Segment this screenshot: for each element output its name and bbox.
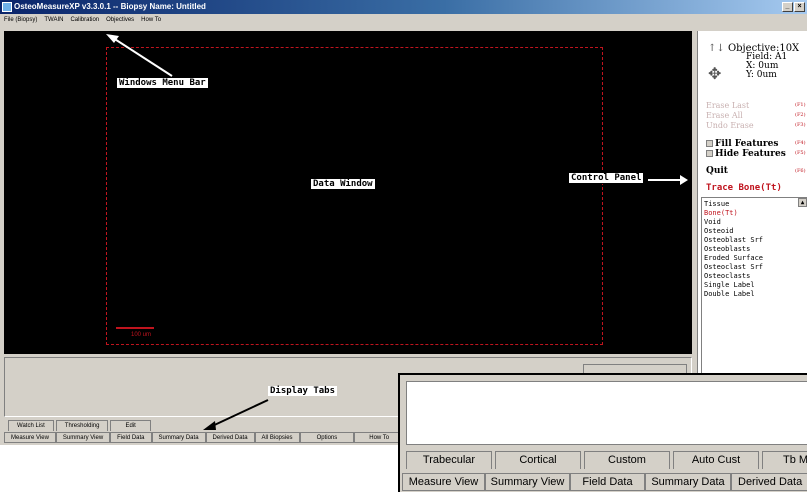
menu-twain[interactable]: TWAIN xyxy=(44,14,63,26)
zoom-display-area xyxy=(406,381,807,445)
display-tabs-upper: Watch List Thresholding Edit xyxy=(8,420,153,431)
field-position: Field: A1 X: 0um Y: 0um xyxy=(746,53,787,80)
list-item[interactable]: Eroded Surface xyxy=(704,254,805,263)
control-panel: ↑↓ Objective:10X ✥ Field: A1 X: 0um Y: 0… xyxy=(697,31,807,381)
title-bar: OsteoMeasureXP v3.3.0.1 -- Biopsy Name: … xyxy=(0,0,807,14)
menu-calibration[interactable]: Calibration xyxy=(70,14,99,26)
fill-features-checkbox[interactable]: Fill Features xyxy=(706,139,778,149)
menu-objectives[interactable]: Objectives xyxy=(106,14,134,26)
zoom-inset: Trabecular Cortical Custom Auto Cust Tb … xyxy=(398,373,807,492)
tab-field-data[interactable]: Field Data xyxy=(570,473,645,491)
tab-field-data[interactable]: Field Data xyxy=(110,432,152,443)
quit-key: (F6) xyxy=(795,168,806,174)
zoom-tabs-upper: Trabecular Cortical Custom Auto Cust Tb … xyxy=(406,451,807,469)
hide-features-key: (F5) xyxy=(795,150,806,156)
tab-options[interactable]: Options xyxy=(299,432,355,443)
trace-status: Trace Bone(Tt) xyxy=(706,183,782,193)
list-item[interactable]: Void xyxy=(704,218,805,227)
tab-summary-data[interactable]: Summary Data xyxy=(645,473,731,491)
scroll-up-icon[interactable]: ▲ xyxy=(798,198,807,207)
tab-cortical[interactable]: Cortical xyxy=(495,451,581,469)
zoom-tabs-lower: Measure View Summary View Field Data Sum… xyxy=(402,473,807,491)
tab-how-to[interactable]: How To xyxy=(354,432,405,443)
fill-features-key: (F4) xyxy=(795,140,806,146)
tab-derived-data[interactable]: Derived Data xyxy=(205,432,255,443)
erase-last-key: (F1) xyxy=(795,102,806,108)
move-arrows-icon[interactable]: ✥ xyxy=(708,64,721,83)
tab-auto-cust[interactable]: Auto Cust xyxy=(673,451,759,469)
field-frame xyxy=(106,47,603,345)
menu-bar-annotation: Windows Menu Bar xyxy=(116,77,209,89)
tab-summary-view[interactable]: Summary View xyxy=(485,473,570,491)
scale-bar xyxy=(116,327,154,329)
undo-erase-button[interactable]: Undo Erase xyxy=(706,121,754,130)
tab-all-biopsies[interactable]: All Biopsies xyxy=(254,432,300,443)
tab-tb-men[interactable]: Tb Men xyxy=(762,451,807,469)
tab-summary-view[interactable]: Summary View xyxy=(55,432,111,443)
quit-button[interactable]: Quit xyxy=(706,166,728,176)
tab-measure-view[interactable]: Measure View xyxy=(402,473,485,491)
checkbox-icon xyxy=(706,140,713,147)
window-title: OsteoMeasureXP v3.3.0.1 -- Biopsy Name: … xyxy=(14,2,206,11)
list-item[interactable]: Osteoid xyxy=(704,227,805,236)
objective-arrows-icon[interactable]: ↑↓ xyxy=(708,43,725,54)
list-item[interactable]: Single Label xyxy=(704,281,805,290)
hide-features-checkbox[interactable]: Hide Features xyxy=(706,149,786,159)
erase-last-button[interactable]: Erase Last xyxy=(706,101,749,110)
hide-features-label: Hide Features xyxy=(715,149,786,159)
undo-erase-key: (F3) xyxy=(795,122,806,128)
scale-bar-label: 100 um xyxy=(131,332,152,338)
display-tabs-lower: Measure View Summary View Field Data Sum… xyxy=(4,432,405,443)
control-panel-annotation: Control Panel xyxy=(568,172,645,184)
tab-custom[interactable]: Custom xyxy=(584,451,670,469)
tab-watch-list[interactable]: Watch List xyxy=(8,420,54,431)
list-item[interactable]: Osteoblasts xyxy=(704,245,805,254)
list-item[interactable]: Double Label xyxy=(704,290,805,299)
window-controls: _ × xyxy=(782,2,805,12)
menu-file[interactable]: File (Biopsy) xyxy=(4,14,37,26)
close-button[interactable]: × xyxy=(794,2,805,12)
tab-summary-data[interactable]: Summary Data xyxy=(151,432,206,443)
list-item[interactable]: Osteoclasts xyxy=(704,272,805,281)
app-icon xyxy=(2,2,12,12)
feature-list[interactable]: ▲ Tissue Bone(Tt) Void Osteoid Osteoblas… xyxy=(701,197,807,381)
checkbox-icon xyxy=(706,150,713,157)
y-position: Y: 0um xyxy=(746,70,777,80)
erase-all-button[interactable]: Erase All xyxy=(706,111,743,120)
tab-measure-view[interactable]: Measure View xyxy=(4,432,56,443)
display-tabs-annotation: Display Tabs xyxy=(268,386,338,396)
minimize-button[interactable]: _ xyxy=(782,2,793,12)
erase-all-key: (F2) xyxy=(795,112,806,118)
list-item[interactable]: Tissue xyxy=(704,200,805,209)
tab-thresholding[interactable]: Thresholding xyxy=(55,420,109,431)
fill-features-label: Fill Features xyxy=(715,139,779,149)
tab-edit[interactable]: Edit xyxy=(110,420,151,431)
data-window[interactable]: 100 um xyxy=(4,31,692,354)
menu-bar: File (Biopsy) TWAIN Calibration Objectiv… xyxy=(0,14,807,26)
data-window-annotation: Data Window xyxy=(310,178,376,190)
tab-derived-data[interactable]: Derived Data xyxy=(731,473,807,491)
menu-how-to[interactable]: How To xyxy=(141,14,161,26)
list-item[interactable]: Bone(Tt) xyxy=(704,209,805,218)
list-item[interactable]: Osteoclast Srf xyxy=(704,263,805,272)
list-item[interactable]: Osteoblast Srf xyxy=(704,236,805,245)
tab-trabecular[interactable]: Trabecular xyxy=(406,451,492,469)
